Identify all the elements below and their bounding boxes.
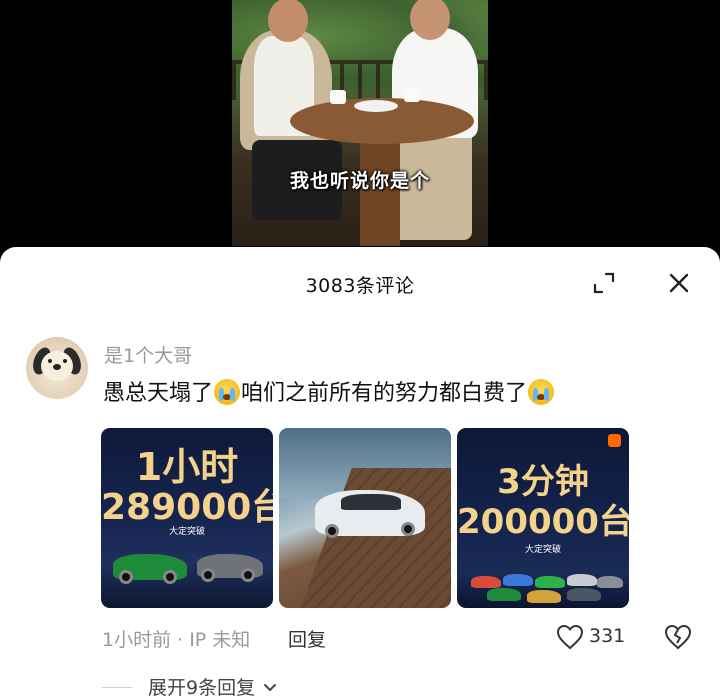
- car-row: [487, 588, 521, 601]
- reply-button[interactable]: 回复: [288, 625, 326, 652]
- wheel: [241, 568, 255, 582]
- wheel: [163, 570, 177, 584]
- car-row: [471, 576, 501, 588]
- wheel: [325, 524, 339, 538]
- expand-icon[interactable]: [592, 271, 616, 295]
- image-caption: 大定突破: [168, 527, 205, 537]
- wheel: [119, 570, 133, 584]
- comments-sheet: 3083条评论 是1个大哥 愚总天塌了 咱们之前所有的努力都白费了 1小时 289…: [0, 247, 720, 700]
- image-figure: 200000台: [457, 502, 629, 542]
- wheel: [401, 522, 415, 536]
- car-row: [527, 590, 561, 603]
- avatar[interactable]: [26, 337, 88, 399]
- car-row: [567, 574, 597, 586]
- cup: [404, 88, 420, 102]
- avatar-eye: [48, 359, 52, 363]
- avatar-eye: [63, 359, 67, 363]
- image-caption: 大定突破: [524, 545, 561, 555]
- chevron-down-icon: [264, 684, 277, 692]
- video-subtitle: 我也听说你是个: [289, 170, 430, 192]
- person-left-head: [268, 0, 308, 42]
- expand-replies-label: 展开9条回复: [148, 677, 256, 699]
- car-row: [567, 588, 601, 601]
- video-player[interactable]: 我也听说你是个: [232, 0, 488, 246]
- plate: [354, 100, 398, 112]
- image-figure: 289000台: [101, 487, 273, 528]
- comment-image-1[interactable]: 1小时 289000台 大定突破: [101, 428, 273, 608]
- comment-text-part1: 愚总天塌了: [103, 381, 214, 406]
- like-count: 331: [589, 625, 626, 647]
- crying-emoji-icon: [214, 379, 241, 405]
- car-row: [503, 574, 533, 586]
- comment-username[interactable]: 是1个大哥: [104, 341, 192, 368]
- comment-text: 愚总天塌了 咱们之前所有的努力都白费了: [103, 375, 555, 407]
- avatar-nose: [53, 364, 61, 370]
- heart-icon[interactable]: [556, 624, 584, 650]
- car-row: [535, 576, 565, 588]
- comment-image-3[interactable]: 3分钟 200000台 大定突破: [457, 428, 629, 608]
- car-window: [341, 494, 401, 510]
- car-row: [597, 576, 623, 588]
- comment-time-ip: 1小时前 · IP 未知: [102, 629, 251, 651]
- replies-divider: [102, 687, 132, 688]
- cup: [330, 90, 346, 104]
- broken-heart-icon[interactable]: [664, 624, 692, 650]
- comment-text-part2: 咱们之前所有的努力都白费了: [241, 381, 528, 406]
- brand-logo-icon: [608, 434, 621, 447]
- expand-replies-button[interactable]: 展开9条回复: [148, 673, 277, 700]
- close-icon[interactable]: [667, 271, 691, 295]
- crying-emoji-icon: [528, 379, 555, 405]
- wheel: [201, 568, 215, 582]
- comment-image-2[interactable]: [279, 428, 451, 608]
